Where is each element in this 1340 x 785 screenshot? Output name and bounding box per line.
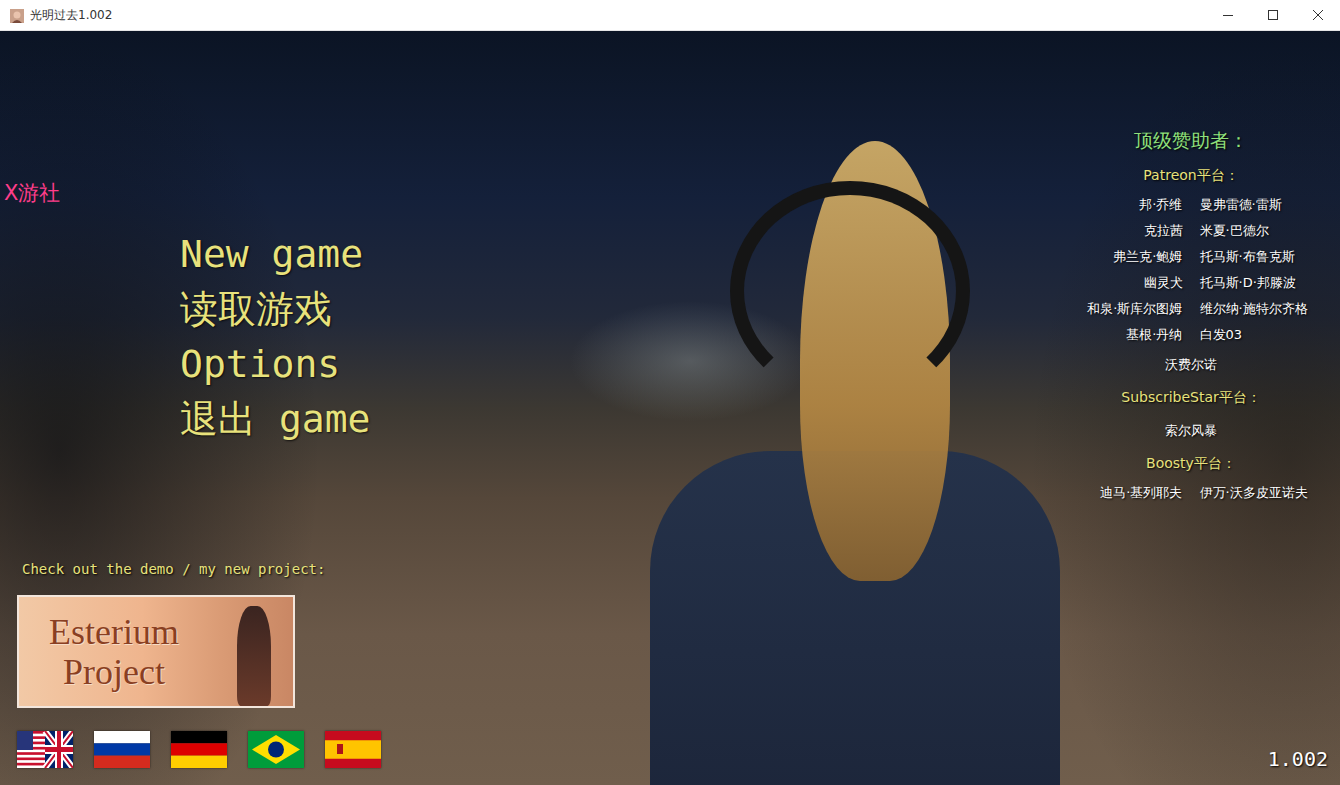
sponsor-list: 索尔风暴 [1059,416,1324,441]
sponsors-panel: 顶级赞助者： Patreon平台： 邦·乔维曼弗雷德·雷斯克拉茜米夏·巴德尔弗兰克·… [1052,31,1340,785]
english-flag-icon[interactable] [17,731,73,768]
window-title: 光明过去1.002 [30,7,1205,24]
sponsor-name: 维尔纳·施特尔齐格 [1200,298,1324,319]
sponsor-name: 托马斯·布鲁克斯 [1200,246,1324,267]
version-label: 1.002 [1268,747,1330,771]
platform-label: Boosty平台： [1146,453,1236,473]
language-flags [17,731,381,768]
main-menu: New game 读取游戏 Options 退出 game [180,230,381,444]
spanish-flag-icon[interactable] [325,731,381,768]
character-ponytail [800,141,950,581]
sponsor-list: 迪马·基列耶夫伊万·沃多皮亚诺夫 [1059,482,1324,503]
sponsor-name: 迪马·基列耶夫 [1059,482,1183,503]
promo-section: Check out the demo / my new project: Este… [17,561,381,768]
menu-item[interactable]: 退出 game [180,395,381,444]
platform-label: SubscribeStar平台： [1121,387,1261,407]
sponsor-name: 沃费尔诺 [1059,354,1324,375]
menu-item[interactable]: Options [180,340,381,389]
promo-caption: Check out the demo / my new project: [22,561,381,577]
menu-item[interactable]: New game [180,230,381,279]
sponsor-name: 基根·丹纳 [1059,324,1183,345]
maximize-icon[interactable] [1250,0,1295,30]
sponsor-name: 邦·乔维 [1059,194,1183,215]
watermark: X游社 [4,179,60,207]
sponsor-name: 索尔风暴 [1059,420,1324,441]
sponsors-title: 顶级赞助者： [1134,127,1248,153]
sponsor-list: 邦·乔维曼弗雷德·雷斯克拉茜米夏·巴德尔弗兰克·鲍姆托马斯·布鲁克斯幽灵犬托马斯… [1059,194,1324,375]
platform-label: Patreon平台： [1143,165,1238,185]
character-vest [650,451,1060,785]
sponsor-name: 托马斯·D·邦滕波 [1200,272,1324,293]
sponsor-name: 伊万·沃多皮亚诺夫 [1200,482,1324,503]
game-screen: X游社 New game 读取游戏 Options 退出 game Check out t… [0,31,1340,785]
sponsor-name: 弗兰克·鲍姆 [1059,246,1183,267]
banner-title: Esterium Project [19,602,209,702]
close-icon[interactable] [1295,0,1340,30]
sponsor-name: 克拉茜 [1059,220,1183,241]
sponsor-name: 白发03 [1200,324,1324,345]
app-icon [10,8,24,22]
minimize-icon[interactable] [1205,0,1250,30]
sponsor-name: 和泉·斯库尔图姆 [1059,298,1183,319]
brazilian-flag-icon[interactable] [248,731,304,768]
promo-banner[interactable]: Esterium Project [17,595,295,708]
russian-flag-icon[interactable] [94,731,150,768]
left-panel: New game 读取游戏 Options 退出 game Check out the … [0,31,381,785]
title-bar: 光明过去1.002 [0,0,1340,31]
german-flag-icon[interactable] [171,731,227,768]
sponsor-name: 幽灵犬 [1059,272,1183,293]
character-headphones [730,181,970,401]
banner-figure [237,606,271,706]
sponsor-name: 米夏·巴德尔 [1200,220,1324,241]
menu-item[interactable]: 读取游戏 [180,285,381,334]
sponsor-name: 曼弗雷德·雷斯 [1200,194,1324,215]
